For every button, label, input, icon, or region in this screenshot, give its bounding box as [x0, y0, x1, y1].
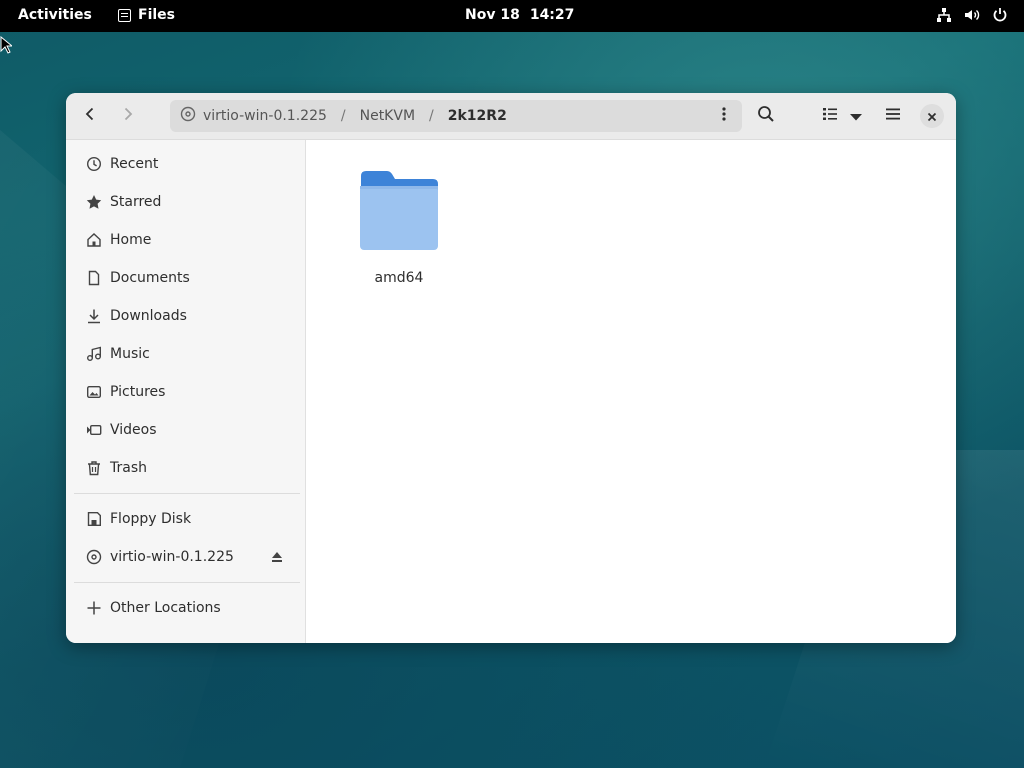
plus-icon: [86, 600, 102, 616]
sidebar-item-label: Other Locations: [110, 600, 221, 616]
clock-date: Nov 18: [465, 7, 520, 23]
sidebar-item-label: Home: [110, 232, 152, 248]
eject-icon[interactable]: [270, 550, 284, 568]
sidebar-item-label: Documents: [110, 270, 190, 286]
sidebar-item-recent[interactable]: Recent: [74, 147, 298, 181]
list-view-icon: [822, 106, 838, 126]
sidebar-divider: [74, 493, 300, 494]
breadcrumb-label: 2k12R2: [447, 108, 507, 124]
back-button[interactable]: [74, 100, 106, 132]
app-menu[interactable]: Files: [118, 7, 175, 23]
files-app-icon: [118, 8, 131, 22]
breadcrumb-separator: /: [429, 108, 434, 124]
sidebar-item-virtio-win[interactable]: virtio-win-0.1.225: [74, 540, 298, 574]
breadcrumb-netkvm[interactable]: NetKVM: [354, 108, 421, 124]
search-icon: [757, 105, 775, 127]
clock[interactable]: Nov 18 14:27: [465, 7, 574, 23]
breadcrumb-label: virtio-win-0.1.225: [203, 108, 327, 124]
trash-icon: [86, 460, 102, 476]
document-icon: [86, 270, 102, 286]
file-item-folder[interactable]: amd64: [354, 170, 444, 290]
floppy-icon: [86, 511, 102, 527]
folder-icon: [359, 170, 439, 256]
sidebar-item-trash[interactable]: Trash: [74, 451, 298, 485]
header-bar: virtio-win-0.1.225 / NetKVM / 2k12R2: [66, 93, 956, 140]
clock-icon: [86, 156, 102, 172]
vertical-dots-icon: [722, 106, 726, 126]
top-bar: Activities Files Nov 18 14:27: [0, 0, 1024, 32]
activities-button[interactable]: Activities: [18, 7, 92, 23]
path-menu-button[interactable]: [712, 100, 736, 132]
sidebar-item-label: Recent: [110, 156, 159, 172]
clock-time: 14:27: [529, 7, 575, 23]
breadcrumb-root[interactable]: virtio-win-0.1.225: [170, 106, 333, 126]
menu-icon: [885, 106, 901, 126]
sidebar-item-videos[interactable]: Videos: [74, 413, 298, 447]
forward-button[interactable]: [112, 100, 144, 132]
download-icon: [86, 308, 102, 324]
sidebar-item-label: Starred: [110, 194, 162, 210]
view-options-button[interactable]: [842, 100, 870, 132]
app-menu-label: Files: [138, 7, 175, 23]
system-tray[interactable]: [936, 7, 1008, 23]
sidebar-item-label: Floppy Disk: [110, 511, 192, 527]
video-icon: [86, 422, 102, 438]
home-icon: [86, 232, 102, 248]
sidebar-item-floppy-disk[interactable]: Floppy Disk: [74, 502, 298, 536]
files-window: virtio-win-0.1.225 / NetKVM / 2k12R2 Rec…: [66, 93, 956, 643]
mouse-cursor: [0, 35, 14, 58]
star-icon: [86, 194, 102, 210]
sidebar-item-home[interactable]: Home: [74, 223, 298, 257]
picture-icon: [86, 384, 102, 400]
sidebar-item-documents[interactable]: Documents: [74, 261, 298, 295]
sidebar-item-label: virtio-win-0.1.225: [110, 549, 234, 565]
file-name: amd64: [374, 270, 424, 286]
sidebar-item-label: Music: [110, 346, 150, 362]
back-icon: [82, 106, 98, 126]
sidebar-item-starred[interactable]: Starred: [74, 185, 298, 219]
sidebar-item-downloads[interactable]: Downloads: [74, 299, 298, 333]
breadcrumb-label: NetKVM: [359, 108, 416, 124]
disc-icon: [180, 106, 196, 126]
sidebar-item-pictures[interactable]: Pictures: [74, 375, 298, 409]
sidebar: Recent Starred Home Documents Downloads: [66, 140, 306, 643]
sidebar-item-label: Videos: [110, 422, 157, 438]
sidebar-item-music[interactable]: Music: [74, 337, 298, 371]
file-view: amd64: [306, 140, 956, 643]
disc-icon: [86, 549, 102, 565]
main-menu-button[interactable]: [877, 100, 909, 132]
sidebar-item-label: Trash: [110, 460, 147, 476]
sidebar-divider: [74, 582, 300, 583]
sidebar-item-label: Downloads: [110, 308, 187, 324]
volume-icon: [964, 7, 980, 23]
path-bar[interactable]: virtio-win-0.1.225 / NetKVM / 2k12R2: [170, 100, 742, 132]
search-button[interactable]: [750, 100, 782, 132]
breadcrumb-current[interactable]: 2k12R2: [442, 108, 513, 124]
sidebar-item-other-locations[interactable]: Other Locations: [74, 591, 298, 625]
network-icon: [936, 7, 952, 23]
music-icon: [86, 346, 102, 362]
close-button[interactable]: [920, 104, 944, 128]
sidebar-item-label: Pictures: [110, 384, 166, 400]
forward-icon: [120, 106, 136, 126]
close-icon: [927, 107, 937, 126]
view-options-icon: [849, 107, 863, 126]
power-icon: [992, 7, 1008, 23]
breadcrumb-separator: /: [340, 108, 346, 124]
